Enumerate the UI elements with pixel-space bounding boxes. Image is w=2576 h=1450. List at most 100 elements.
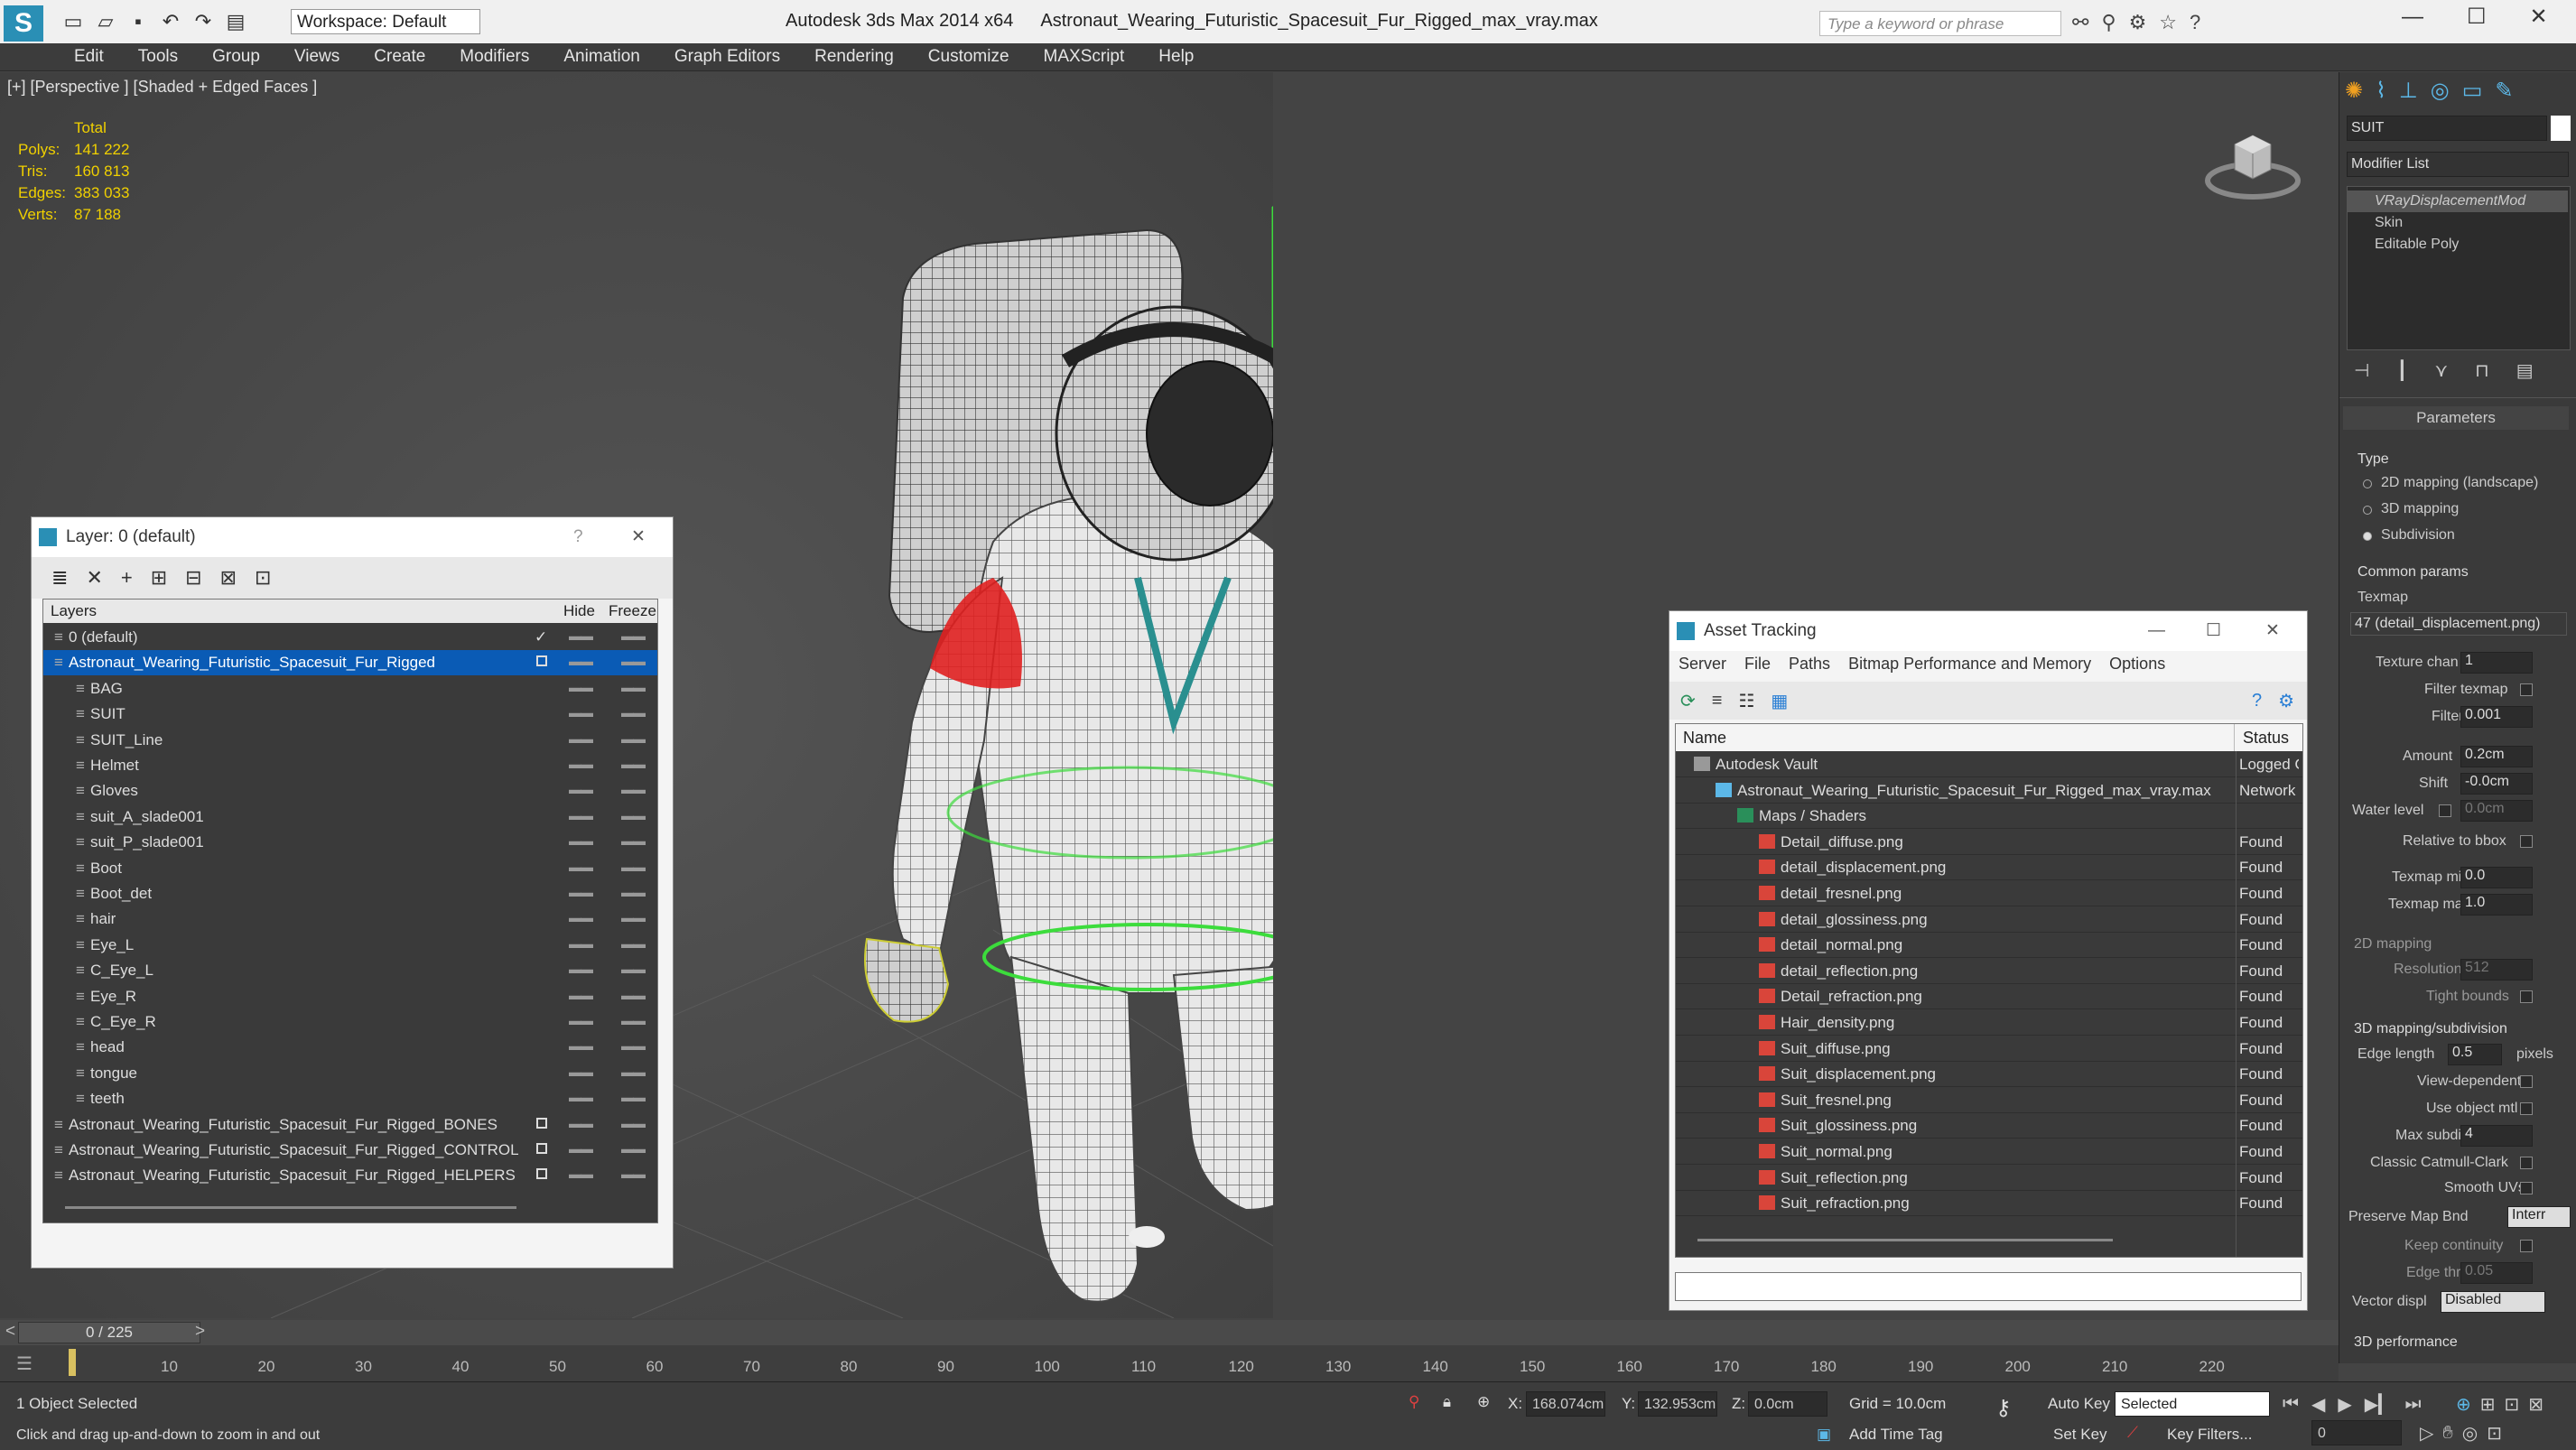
orbit-icon[interactable]: ◎ (2462, 1422, 2478, 1445)
asset-row[interactable]: Maps / Shaders (1676, 803, 2302, 830)
radio-2d-mapping[interactable] (2363, 479, 2372, 488)
create-tab-icon[interactable]: ✺ (2345, 78, 2363, 104)
hide-toggle[interactable]: ▬▬ (569, 1090, 593, 1104)
freeze-toggle[interactable]: ▬▬ (621, 757, 646, 771)
key-set-dropdown[interactable]: Selected (2115, 1391, 2270, 1417)
hide-toggle[interactable]: ▬▬ (569, 782, 593, 796)
maximize-viewport-icon[interactable]: ⊡ (2487, 1422, 2502, 1445)
menu-group[interactable]: Group (212, 47, 260, 67)
texture-chan-spinner[interactable]: 1 (2460, 652, 2533, 674)
table-view-icon[interactable]: ▦ (1771, 690, 1788, 712)
menu-edit[interactable]: Edit (74, 47, 104, 67)
freeze-toggle[interactable]: ▬▬ (621, 936, 646, 951)
menu-modifiers[interactable]: Modifiers (460, 47, 529, 67)
create-layer-icon[interactable]: ≣ (51, 566, 68, 590)
freeze-toggle[interactable]: ▬▬ (621, 782, 646, 796)
minimize-icon[interactable]: — (2402, 5, 2423, 30)
menu-rendering[interactable]: Rendering (814, 47, 894, 67)
set-key-mode-icon[interactable]: ⚷ (1995, 1395, 2012, 1421)
edge-thresh-spinner[interactable]: 0.05 (2460, 1262, 2533, 1284)
hide-toggle[interactable]: ▬▬ (569, 860, 593, 874)
pin-stack-icon[interactable]: ⊣ (2354, 359, 2369, 382)
freeze-toggle[interactable]: ▬▬ (621, 988, 646, 1002)
keep-continuity-checkbox[interactable] (2520, 1240, 2533, 1252)
asset-row[interactable]: detail_normal.png Found (1676, 932, 2302, 959)
asset-row[interactable]: detail_fresnel.png Found (1676, 880, 2302, 906)
layer-help-icon[interactable]: ? (573, 517, 583, 557)
hide-toggle[interactable]: ▬▬ (569, 1038, 593, 1053)
parameters-rollout[interactable]: Parameters (2343, 406, 2569, 430)
asset-maximize-icon[interactable]: ☐ (2206, 611, 2221, 651)
freeze-toggle[interactable]: ▬▬ (621, 860, 646, 874)
time-tag-icon[interactable]: ▣ (1817, 1426, 1831, 1444)
app-logo-icon[interactable]: S (4, 5, 43, 42)
asset-row[interactable]: Detail_refraction.png Found (1676, 983, 2302, 1010)
texmap-button[interactable]: 47 (detail_displacement.png) (2350, 612, 2567, 636)
freeze-toggle[interactable]: ▬▬ (621, 1013, 646, 1027)
current-frame-marker[interactable] (69, 1349, 76, 1376)
viewport-label[interactable]: [+] [Perspective ] [Shaded + Edged Faces… (7, 78, 317, 97)
shift-spinner[interactable]: -0.0cm (2460, 773, 2533, 795)
asset-settings-icon[interactable]: ⚙ (2278, 690, 2294, 712)
menu-create[interactable]: Create (374, 47, 425, 67)
hide-toggle[interactable]: ▬▬ (569, 1141, 593, 1156)
asset-row[interactable]: Suit_reflection.png Found (1676, 1165, 2302, 1191)
zoom-icon[interactable]: ⊕ (2456, 1393, 2471, 1416)
radio-3d-mapping[interactable] (2363, 506, 2372, 515)
freeze-toggle[interactable]: ▬▬ (621, 705, 646, 720)
show-end-result-icon[interactable]: ┃ (2396, 359, 2407, 382)
freeze-toggle[interactable]: ▬▬ (621, 808, 646, 823)
motion-tab-icon[interactable]: ◎ (2431, 78, 2450, 104)
layer-row[interactable]: ≡ C_Eye_R ▬▬ ▬▬ (43, 1009, 657, 1035)
asset-row[interactable]: Hair_density.png Found (1676, 1009, 2302, 1036)
project-folder-icon[interactable]: ▤ (224, 10, 247, 33)
modify-tab-icon[interactable]: ⌇ (2376, 78, 2386, 104)
hide-toggle[interactable]: ▬▬ (569, 1064, 593, 1079)
hide-toggle[interactable]: ▬▬ (569, 1013, 593, 1027)
texmap-min-spinner[interactable]: 0.0 (2460, 867, 2533, 888)
layer-row[interactable]: ≡ BAG ▬▬ ▬▬ (43, 676, 657, 702)
x-coordinate-field[interactable]: 168.074cm (1526, 1391, 1605, 1417)
status-column-header[interactable]: Status (2243, 729, 2289, 748)
layer-scrollbar[interactable] (65, 1206, 516, 1209)
go-to-end-icon[interactable]: ⏭ (2405, 1394, 2422, 1415)
viewcube-icon[interactable] (2203, 108, 2302, 208)
layer-row[interactable]: ≡ C_Eye_L ▬▬ ▬▬ (43, 958, 657, 983)
water-level-checkbox[interactable] (2439, 804, 2451, 817)
layer-row[interactable]: ≡ SUIT_Line ▬▬ ▬▬ (43, 728, 657, 753)
asset-menu-paths[interactable]: Paths (1789, 655, 1830, 674)
z-coordinate-field[interactable]: 0.0cm (1748, 1391, 1827, 1417)
asset-menu-server[interactable]: Server (1679, 655, 1726, 674)
add-time-tag[interactable]: Add Time Tag (1849, 1426, 1943, 1444)
asset-minimize-icon[interactable]: — (2148, 611, 2165, 651)
hide-toggle[interactable]: ▬▬ (569, 705, 593, 720)
key-icon[interactable]: ⚲ (2101, 11, 2116, 34)
menu-views[interactable]: Views (294, 47, 339, 67)
undo-icon[interactable]: ↶ (159, 10, 182, 33)
menu-help[interactable]: Help (1158, 47, 1194, 67)
vector-displ-dropdown[interactable]: Disabled (2441, 1291, 2545, 1313)
hide-column-header[interactable]: Hide (563, 602, 595, 620)
asset-help-icon[interactable]: ? (2252, 691, 2262, 711)
menu-graph-editors[interactable]: Graph Editors (674, 47, 780, 67)
layer-row[interactable]: ≡ Astronaut_Wearing_Futuristic_Spacesuit_… (43, 650, 657, 676)
play-icon[interactable]: ▶ (2338, 1393, 2351, 1416)
zoom-extents-icon[interactable]: ⊡ (2505, 1393, 2520, 1416)
hide-toggle[interactable]: ▬▬ (569, 654, 593, 668)
hide-toggle[interactable]: ▬▬ (569, 628, 593, 643)
make-current-box[interactable] (536, 1168, 547, 1180)
set-key-button[interactable]: Set Key (2053, 1426, 2107, 1444)
current-frame-field[interactable]: 0 (2311, 1420, 2402, 1445)
modifier-stack-item[interactable]: VRayDisplacementMod (2348, 191, 2568, 212)
freeze-toggle[interactable]: ▬▬ (621, 910, 646, 925)
freeze-toggle[interactable]: ▬▬ (621, 885, 646, 899)
layer-row[interactable]: ≡ Astronaut_Wearing_Futuristic_Spacesuit_… (43, 1112, 657, 1138)
make-current-box[interactable] (536, 655, 547, 667)
freeze-toggle[interactable]: ▬▬ (621, 628, 646, 643)
asset-row[interactable]: detail_displacement.png Found (1676, 854, 2302, 881)
zoom-extents-all-icon[interactable]: ⊠ (2528, 1393, 2543, 1416)
time-prev-icon[interactable]: < (5, 1322, 15, 1342)
asset-row[interactable]: Autodesk Vault Logged Out (1676, 751, 2302, 777)
make-unique-icon[interactable]: ⋎ (2434, 359, 2448, 382)
highlight-layer-icon[interactable]: ⊟ (185, 566, 201, 590)
